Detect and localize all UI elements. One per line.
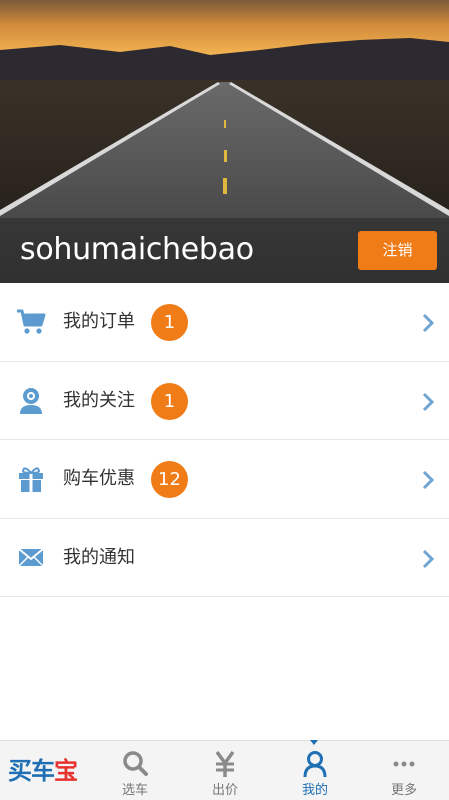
bottom-tab-bar: 买车宝 选车 出价 我的 更多: [0, 740, 449, 800]
count-badge: 12: [151, 461, 188, 498]
active-tab-indicator: [310, 740, 318, 745]
yen-icon: [215, 750, 235, 777]
tab-label: 出价: [211, 783, 238, 798]
menu-item-label: 我的通知: [63, 546, 135, 568]
tab-label: 选车: [121, 783, 148, 798]
follow-icon: [20, 387, 42, 414]
chevron-right-icon: [422, 313, 435, 333]
menu-item-notifications[interactable]: 我的通知: [0, 519, 449, 597]
menu-item-follows[interactable]: 我的关注 1: [0, 362, 449, 440]
menu-item-label: 我的订单: [63, 311, 135, 332]
gift-icon: [19, 467, 43, 492]
chevron-right-icon: [422, 392, 435, 411]
count-badge: 1: [151, 382, 188, 420]
search-icon: [123, 751, 148, 776]
menu-item-label: 购车优惠: [63, 468, 135, 489]
profile-page: sohumaichebao 注销 我的订单 1 我的关注 1 购车优惠 12 我…: [0, 0, 449, 800]
tab-more[interactable]: 更多: [359, 741, 449, 800]
brand-char: 车: [31, 757, 55, 785]
tab-choose-car[interactable]: 选车: [90, 741, 180, 800]
brand-char: 宝: [54, 757, 78, 785]
count-badge: 1: [151, 304, 188, 341]
user-icon: [303, 751, 327, 778]
mail-icon: [18, 547, 44, 567]
tab-label: 更多: [390, 783, 417, 798]
chevron-right-icon: [422, 470, 435, 490]
profile-menu: 我的订单 1 我的关注 1 购车优惠 12 我的通知: [0, 283, 449, 597]
more-icon: [393, 761, 415, 767]
tab-mine[interactable]: 我的: [270, 740, 360, 800]
brand-wordmark: 买车宝: [8, 751, 78, 786]
tab-bid[interactable]: 出价: [180, 741, 270, 800]
tab-label: 我的: [301, 783, 328, 798]
cart-icon: [17, 309, 46, 334]
chevron-right-icon: [422, 549, 435, 568]
profile-banner: sohumaichebao 注销: [0, 0, 449, 283]
username: sohumaichebao: [20, 232, 254, 267]
brand-char: 买: [8, 757, 32, 785]
menu-item-orders[interactable]: 我的订单 1: [0, 283, 449, 362]
logout-button[interactable]: 注销: [358, 231, 437, 270]
brand-logo[interactable]: 买车宝: [0, 741, 90, 800]
menu-item-deals[interactable]: 购车优惠 12: [0, 440, 449, 519]
menu-item-label: 我的关注: [63, 389, 135, 411]
